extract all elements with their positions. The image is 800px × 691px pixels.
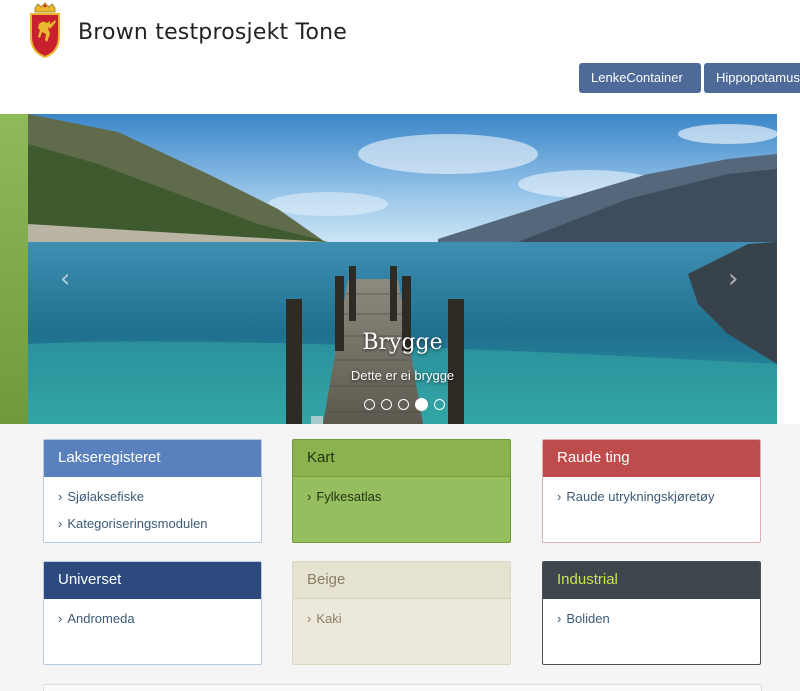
nav-button-hippopotamus[interactable]: Hippopotamus [704, 63, 800, 93]
panel-title[interactable]: Kart [293, 440, 510, 477]
slide-caption: Dette er ei brygge [350, 368, 455, 383]
carousel-indicator-5[interactable] [434, 399, 445, 410]
carousel-indicator-4[interactable] [415, 398, 428, 411]
panel-link[interactable]: Kaki [307, 606, 496, 632]
site-header: Brown testprosjekt Tone LenkeContainer H… [0, 0, 800, 114]
accent-bar [0, 114, 28, 424]
panel-title[interactable]: Lakseregisteret [44, 440, 261, 477]
panel-kart: Kart Fylkesatlas [292, 439, 511, 543]
panel-link[interactable]: Kategoriseringsmodulen [58, 511, 247, 537]
panel-raude-ting: Raude ting Raude utrykningskjøretøy [542, 439, 761, 543]
panel-link[interactable]: Fylkesatlas [307, 484, 496, 510]
chevron-right-icon[interactable]: › [728, 264, 738, 294]
site-title[interactable]: Brown testprosjekt Tone [78, 20, 347, 45]
panel-title[interactable]: Beige [293, 562, 510, 599]
panel-link[interactable]: Boliden [557, 606, 746, 632]
carousel-indicator-3[interactable] [398, 399, 409, 410]
panel-universet: Universet Andromeda [43, 561, 262, 665]
panel-link[interactable]: Andromeda [58, 606, 247, 632]
panel-title[interactable]: Universet [44, 562, 261, 599]
panel-link[interactable]: Sjølaksefiske [58, 484, 247, 510]
carousel-indicator-1[interactable] [364, 399, 375, 410]
next-panel-row [43, 684, 762, 691]
panel-lakseregisteret: Lakseregisteret Sjølaksefiske Kategorise… [43, 439, 262, 543]
panels-section: Lakseregisteret Sjølaksefiske Kategorise… [0, 424, 800, 691]
panel-title[interactable]: Industrial [543, 562, 760, 599]
carousel-indicators [364, 398, 445, 412]
hero-section: ‹ › Brygge Dette er ei brygge [0, 114, 800, 424]
panel-link[interactable]: Raude utrykningskjøretøy [557, 484, 746, 510]
slide-title: Brygge [362, 330, 443, 355]
nav-button-lenkecontainer[interactable]: LenkeContainer [579, 63, 701, 93]
norwegian-coat-of-arms-icon[interactable] [28, 2, 62, 58]
image-carousel[interactable]: ‹ › Brygge Dette er ei brygge [28, 114, 777, 424]
chevron-left-icon[interactable]: ‹ [60, 264, 70, 294]
panel-beige: Beige Kaki [292, 561, 511, 665]
panel-industrial: Industrial Boliden [542, 561, 761, 665]
panel-title[interactable]: Raude ting [543, 440, 760, 477]
carousel-indicator-2[interactable] [381, 399, 392, 410]
